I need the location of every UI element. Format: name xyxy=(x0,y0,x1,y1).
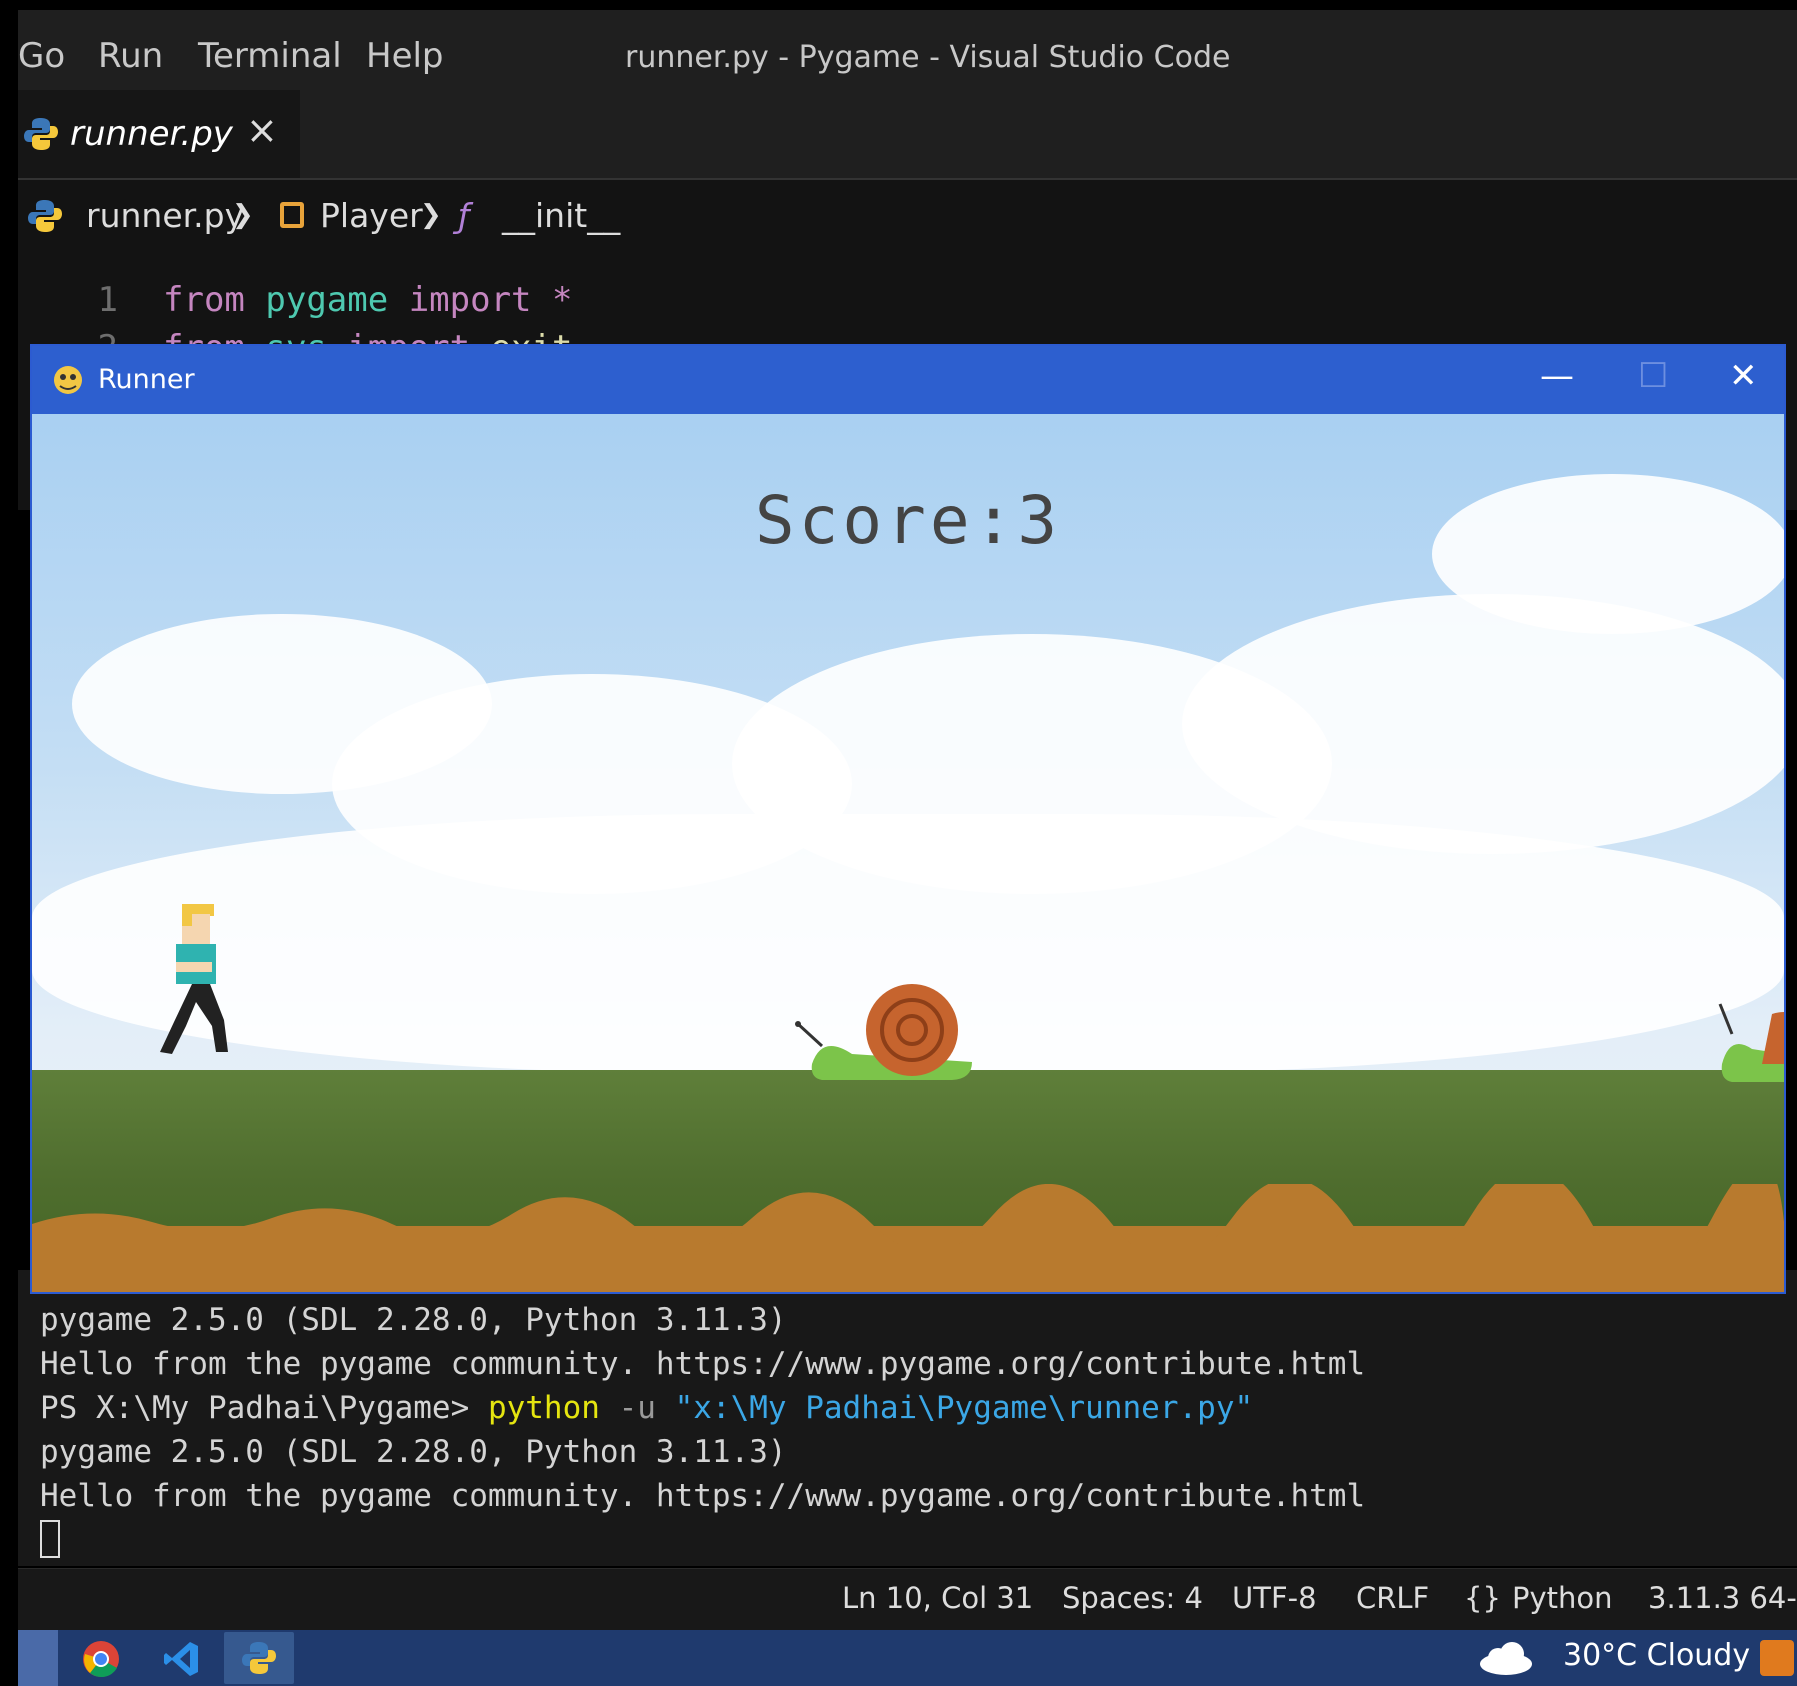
language-mode[interactable]: Python xyxy=(1512,1581,1613,1615)
editor-tab-bar: runner.py × xyxy=(18,90,1797,180)
chevron-right-icon: ❯ xyxy=(232,200,254,230)
terminal-flag: -u xyxy=(599,1390,675,1426)
grass-edge xyxy=(32,1184,1784,1244)
chrome-icon[interactable] xyxy=(82,1640,120,1678)
game-canvas[interactable]: Score:3 xyxy=(32,414,1784,1292)
chevron-right-icon: ❯ xyxy=(420,200,442,230)
tray-icon[interactable] xyxy=(1760,1640,1794,1676)
python-interpreter[interactable]: 3.11.3 64-b xyxy=(1648,1581,1797,1615)
pygame-taskbar-icon xyxy=(242,1642,276,1674)
keyword: from xyxy=(163,280,245,320)
tab-label: runner.py xyxy=(70,114,233,154)
pygame-window[interactable]: Runner — ☐ ✕ Score:3 xyxy=(30,344,1786,1294)
menu-go[interactable]: Go xyxy=(18,36,65,76)
maximize-button[interactable]: ☐ xyxy=(1638,356,1668,396)
pygame-icon xyxy=(54,366,82,394)
function-icon: ƒ xyxy=(458,196,470,235)
start-button[interactable] xyxy=(18,1630,58,1686)
breadcrumb-method[interactable]: __init__ xyxy=(502,196,620,235)
pygame-window-title: Runner xyxy=(98,364,195,395)
encoding[interactable]: UTF-8 xyxy=(1232,1581,1317,1615)
minimize-button[interactable]: — xyxy=(1540,356,1574,396)
cloud-icon xyxy=(1480,1642,1532,1675)
language-mode-icon: {} xyxy=(1464,1581,1501,1615)
weather-widget[interactable]: 30°C Cloudy xyxy=(1563,1638,1750,1673)
player-sprite xyxy=(160,904,228,1054)
module-name: pygame xyxy=(265,280,389,320)
cursor-position[interactable]: Ln 10, Col 31 xyxy=(842,1581,1033,1615)
keyword: import xyxy=(408,280,532,320)
menu-terminal[interactable]: Terminal xyxy=(198,36,342,76)
terminal-line: pygame 2.5.0 (SDL 2.28.0, Python 3.11.3) xyxy=(40,1434,787,1470)
window-title: runner.py - Pygame - Visual Studio Code xyxy=(625,40,1231,75)
terminal-command: python xyxy=(487,1390,600,1426)
tab-runner-py[interactable]: runner.py × xyxy=(18,90,300,178)
vscode-icon[interactable] xyxy=(162,1640,200,1678)
breadcrumb-file[interactable]: runner.py xyxy=(86,196,244,235)
terminal-cursor xyxy=(40,1520,60,1558)
terminal-command-line: PS X:\My Padhai\Pygame> python -u "x:\My… xyxy=(40,1390,1253,1426)
cloud xyxy=(1182,594,1784,854)
snail-sprite xyxy=(1718,1003,1784,1082)
terminal-panel[interactable]: pygame 2.5.0 (SDL 2.28.0, Python 3.11.3)… xyxy=(18,1270,1797,1566)
terminal-line: pygame 2.5.0 (SDL 2.28.0, Python 3.11.3) xyxy=(40,1302,787,1338)
status-bar: Ln 10, Col 31 Spaces: 4 UTF-8 CRLF {} Py… xyxy=(18,1568,1797,1631)
terminal-path: "x:\My Padhai\Pygame\runner.py" xyxy=(674,1390,1254,1426)
line-ending[interactable]: CRLF xyxy=(1356,1581,1429,1615)
snail-sprite xyxy=(795,984,972,1080)
taskbar: 30°C Cloudy xyxy=(18,1630,1797,1686)
close-button[interactable]: ✕ xyxy=(1729,356,1758,396)
import-target: * xyxy=(552,280,573,320)
python-file-icon xyxy=(24,118,58,150)
python-file-icon xyxy=(28,200,62,232)
title-bar: Go Run Terminal Help runner.py - Pygame … xyxy=(18,10,1797,90)
score-text: Score:3 xyxy=(754,482,1062,559)
pygame-title-bar[interactable]: Runner — ☐ ✕ xyxy=(32,346,1784,414)
terminal-prompt: PS X:\My Padhai\Pygame> xyxy=(40,1390,488,1426)
terminal-line: Hello from the pygame community. https:/… xyxy=(40,1346,1366,1382)
tab-close-icon[interactable]: × xyxy=(246,108,278,152)
breadcrumb-class[interactable]: Player xyxy=(320,196,423,235)
indentation[interactable]: Spaces: 4 xyxy=(1062,1581,1203,1615)
class-icon xyxy=(280,202,304,228)
python-icon[interactable] xyxy=(224,1632,294,1684)
terminal-line: Hello from the pygame community. https:/… xyxy=(40,1478,1366,1514)
menu-run[interactable]: Run xyxy=(98,36,163,76)
menu-help[interactable]: Help xyxy=(366,36,444,76)
